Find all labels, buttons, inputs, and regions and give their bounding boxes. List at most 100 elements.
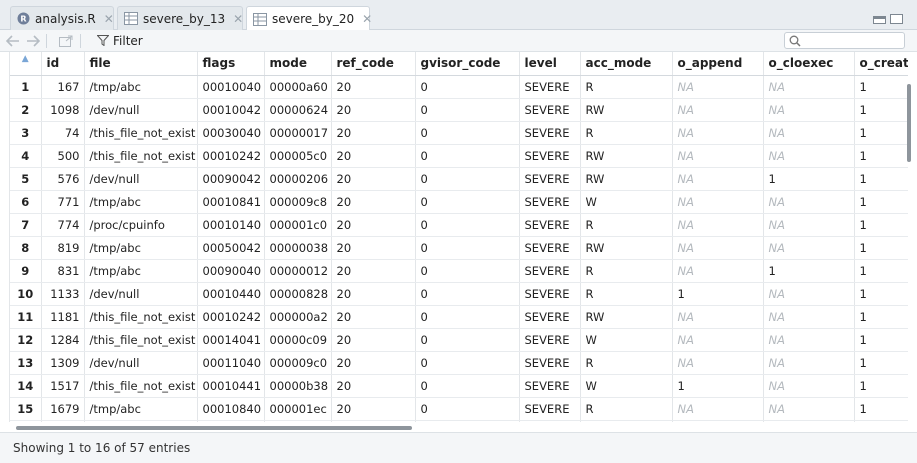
table-row[interactable]: 12 1284/this_file_not_exist 00014041 00000c… <box>10 328 908 352</box>
table-row[interactable]: 3 74/this_file_not_exist 00030040 00000017 2… <box>10 121 908 145</box>
table-row[interactable]: 8 819/tmp/abc 00050042 00000038 20 0 SEVERE RW N… <box>10 236 908 260</box>
cell-acc-mode <box>580 420 673 422</box>
column-header-ref-code[interactable]: ref_code <box>331 52 416 76</box>
cell-o-creat: 1 <box>854 144 908 168</box>
cell-level: SEVERE <box>519 75 581 99</box>
column-header-rownum[interactable]: ▲ <box>10 52 42 76</box>
cell-mode: 00000012 <box>264 259 332 283</box>
cell-mode: 00000017 <box>264 121 332 145</box>
cell-id: 831 <box>41 259 85 283</box>
cell-ref-code: 20 <box>331 190 416 214</box>
column-header-o-cloexec[interactable]: o_cloexec <box>763 52 855 76</box>
cell-acc-mode: R <box>580 121 673 145</box>
cell-acc-mode: R <box>580 75 673 99</box>
cell-o-creat: 1 <box>854 397 908 421</box>
entries-count-text: Showing 1 to 16 of 57 entries <box>13 441 191 455</box>
search-field[interactable] <box>784 32 905 49</box>
cell-mode: 00000624 <box>264 98 332 122</box>
tab-analysis-r[interactable]: R analysis.R ✕ <box>10 6 114 30</box>
close-icon[interactable]: ✕ <box>362 12 372 26</box>
table-row[interactable]: 15 1679/tmp/abc 00010840 000001ec 20 0 SEVERE R… <box>10 397 908 421</box>
cell-acc-mode: R <box>580 351 673 375</box>
cell-o-cloexec: NA <box>763 213 855 237</box>
back-arrow-icon[interactable] <box>6 34 20 47</box>
column-header-file[interactable]: file <box>84 52 198 76</box>
cell-gvisor-code: 0 <box>415 98 520 122</box>
forward-arrow-icon[interactable] <box>26 34 40 47</box>
cell-level: SEVERE <box>519 213 581 237</box>
cell-mode: 000009c8 <box>264 190 332 214</box>
search-input[interactable] <box>805 34 900 47</box>
column-header-level[interactable]: level <box>519 52 581 76</box>
column-header-id[interactable]: id <box>41 52 85 76</box>
table-row[interactable]: 16 <box>10 420 908 422</box>
cell-flags: 00090040 <box>197 259 265 283</box>
column-header-gvisor-code[interactable]: gvisor_code <box>415 52 520 76</box>
cell-mode: 00000038 <box>264 236 332 260</box>
cell-acc-mode: W <box>580 374 673 398</box>
cell-id: 74 <box>41 121 85 145</box>
table-row[interactable]: 13 1309/dev/null 00011040 000009c0 20 0 SEVERE… <box>10 351 908 375</box>
table-row[interactable]: 2 1098/dev/null 00010042 00000624 20 0 SEVERE R… <box>10 98 908 122</box>
cell-o-cloexec: NA <box>763 351 855 375</box>
column-header-mode[interactable]: mode <box>264 52 332 76</box>
row-number: 8 <box>10 236 42 260</box>
column-header-o-append[interactable]: o_append <box>672 52 764 76</box>
maximize-pane-icon[interactable] <box>890 14 903 24</box>
data-grid[interactable]: ▲ id file flags mode ref_code gvisor_cod… <box>9 52 908 422</box>
cell-level: SEVERE <box>519 374 581 398</box>
cell-flags: 00050042 <box>197 236 265 260</box>
cell-gvisor-code: 0 <box>415 351 520 375</box>
cell-file: /this_file_not_exist <box>84 121 198 145</box>
table-row[interactable]: 7 774/proc/cpuinfo 00010140 000001c0 20 0 SEVE… <box>10 213 908 237</box>
table-row[interactable]: 4 500/this_file_not_exist 00010242 000005c0… <box>10 144 908 168</box>
cell-file: /this_file_not_exist <box>84 305 198 329</box>
cell-gvisor-code: 0 <box>415 374 520 398</box>
table-row[interactable]: 14 1517/this_file_not_exist 00010441 00000b… <box>10 374 908 398</box>
close-icon[interactable]: ✕ <box>233 12 243 26</box>
cell-id: 819 <box>41 236 85 260</box>
table-row[interactable]: 10 1133/dev/null 00010440 00000828 20 0 SEVERE… <box>10 282 908 306</box>
table-row[interactable]: 6 771/tmp/abc 00010841 000009c8 20 0 SEVERE W NA… <box>10 190 908 214</box>
column-header-o-creat[interactable]: o_creat <box>854 52 908 76</box>
table-row[interactable]: 1 167/tmp/abc 00010040 00000a60 20 0 SEVERE R NA… <box>10 75 908 99</box>
sort-ascending-icon: ▲ <box>21 54 29 65</box>
cell-level: SEVERE <box>519 259 581 283</box>
column-header-acc-mode[interactable]: acc_mode <box>580 52 673 76</box>
toolbar-divider <box>80 33 81 48</box>
close-icon[interactable]: ✕ <box>104 12 114 26</box>
tab-label: severe_by_13 <box>143 11 226 26</box>
filter-button[interactable]: Filter <box>97 34 143 48</box>
cell-mode: 000000a2 <box>264 305 332 329</box>
show-in-new-window-icon[interactable] <box>59 35 74 47</box>
cell-flags: 00014041 <box>197 328 265 352</box>
tab-severe-by-13[interactable]: severe_by_13 ✕ <box>117 6 243 30</box>
tab-severe-by-20[interactable]: severe_by_20 ✕ <box>246 6 372 31</box>
cell-o-cloexec: NA <box>763 144 855 168</box>
cell-o-append: 1 <box>672 282 764 306</box>
cell-gvisor-code: 0 <box>415 259 520 283</box>
cell-acc-mode: RW <box>580 236 673 260</box>
cell-level: SEVERE <box>519 305 581 329</box>
cell-ref-code: 20 <box>331 144 416 168</box>
table-row[interactable]: 9 831/tmp/abc 00090040 00000012 20 0 SEVERE R NA… <box>10 259 908 283</box>
minimize-pane-icon[interactable] <box>873 16 886 24</box>
cell-file: /dev/null <box>84 282 198 306</box>
table-row[interactable]: 11 1181/this_file_not_exist 00010242 000000… <box>10 305 908 329</box>
cell-o-cloexec: NA <box>763 98 855 122</box>
horizontal-scrollbar[interactable] <box>16 426 412 430</box>
cell-o-creat: 1 <box>854 98 908 122</box>
row-number: 14 <box>10 374 42 398</box>
cell-file: /tmp/abc <box>84 236 198 260</box>
table-body: 1 167/tmp/abc 00010040 00000a60 20 0 SEVERE R NA… <box>10 75 908 422</box>
table-row[interactable]: 5 576/dev/null 00090042 00000206 20 0 SEVERE RW… <box>10 167 908 191</box>
cell-o-append: NA <box>672 144 764 168</box>
cell-flags: 00010440 <box>197 282 265 306</box>
cell-id: 774 <box>41 213 85 237</box>
cell-gvisor-code: 0 <box>415 144 520 168</box>
cell-level: SEVERE <box>519 190 581 214</box>
cell-level <box>519 420 581 422</box>
status-bar: Showing 1 to 16 of 57 entries <box>0 432 917 463</box>
column-header-flags[interactable]: flags <box>197 52 265 76</box>
vertical-scrollbar[interactable] <box>907 84 911 162</box>
